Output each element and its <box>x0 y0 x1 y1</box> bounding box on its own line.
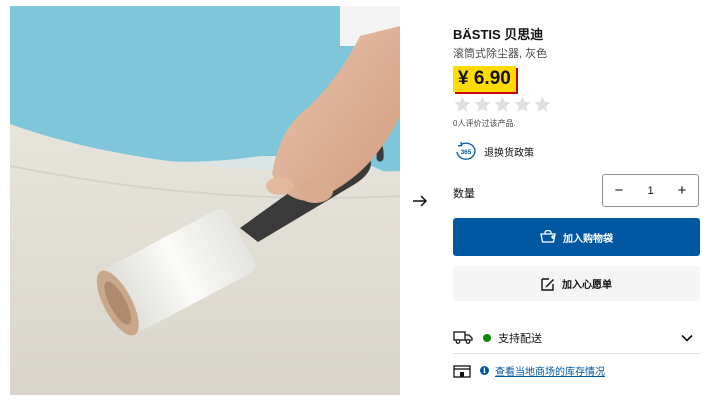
delivery-label: 支持配送 <box>498 332 542 345</box>
returns-policy-label: 退换货政策 <box>484 147 534 159</box>
chevron-down-icon <box>681 334 693 342</box>
shopping-bag-icon <box>540 230 556 243</box>
return-365-label: 365 <box>461 149 472 156</box>
quantity-stepper: − 1 + <box>602 174 699 207</box>
quantity-label: 数量 <box>453 188 475 200</box>
star-empty-icon <box>454 96 471 112</box>
delivery-option-row[interactable]: 支持配送 <box>453 322 700 354</box>
price-tag: ¥ 6.90 <box>453 66 516 92</box>
star-empty-icon <box>494 96 511 112</box>
store-stock-row: i 查看当地商场的库存情况 <box>453 363 700 378</box>
star-empty-icon <box>474 96 491 112</box>
delivery-status-dot <box>483 333 491 342</box>
star-empty-icon <box>514 96 531 112</box>
add-to-wishlist-button[interactable]: 加入心愿单 <box>453 266 700 301</box>
quantity-decrement-button[interactable]: − <box>603 175 635 206</box>
product-image[interactable] <box>10 6 400 395</box>
returns-policy-link[interactable]: 365 退换货政策 <box>453 141 534 161</box>
truck-icon <box>453 331 473 344</box>
add-to-cart-label: 加入购物袋 <box>563 233 613 245</box>
quantity-increment-button[interactable]: + <box>666 175 698 206</box>
rating-stars[interactable] <box>453 95 552 114</box>
store-icon <box>453 364 471 378</box>
lint-roller-photo <box>10 6 400 395</box>
star-empty-icon <box>534 96 551 112</box>
quantity-input[interactable]: 1 <box>635 185 666 197</box>
add-to-cart-button[interactable]: 加入购物袋 <box>453 218 700 256</box>
info-icon: i <box>480 366 489 375</box>
add-to-wishlist-label: 加入心愿单 <box>562 280 612 291</box>
product-description: 滚筒式除尘器, 灰色 <box>453 48 548 60</box>
check-store-stock-link[interactable]: 查看当地商场的库存情况 <box>495 363 605 378</box>
next-image-button[interactable] <box>410 191 430 211</box>
wishlist-edit-icon <box>541 277 554 291</box>
arrow-right-icon <box>413 195 428 207</box>
return-365-icon: 365 <box>456 141 476 160</box>
product-title: BÄSTIS 贝思迪 <box>453 27 544 42</box>
review-count: 0人评价过该产品. <box>453 119 516 128</box>
